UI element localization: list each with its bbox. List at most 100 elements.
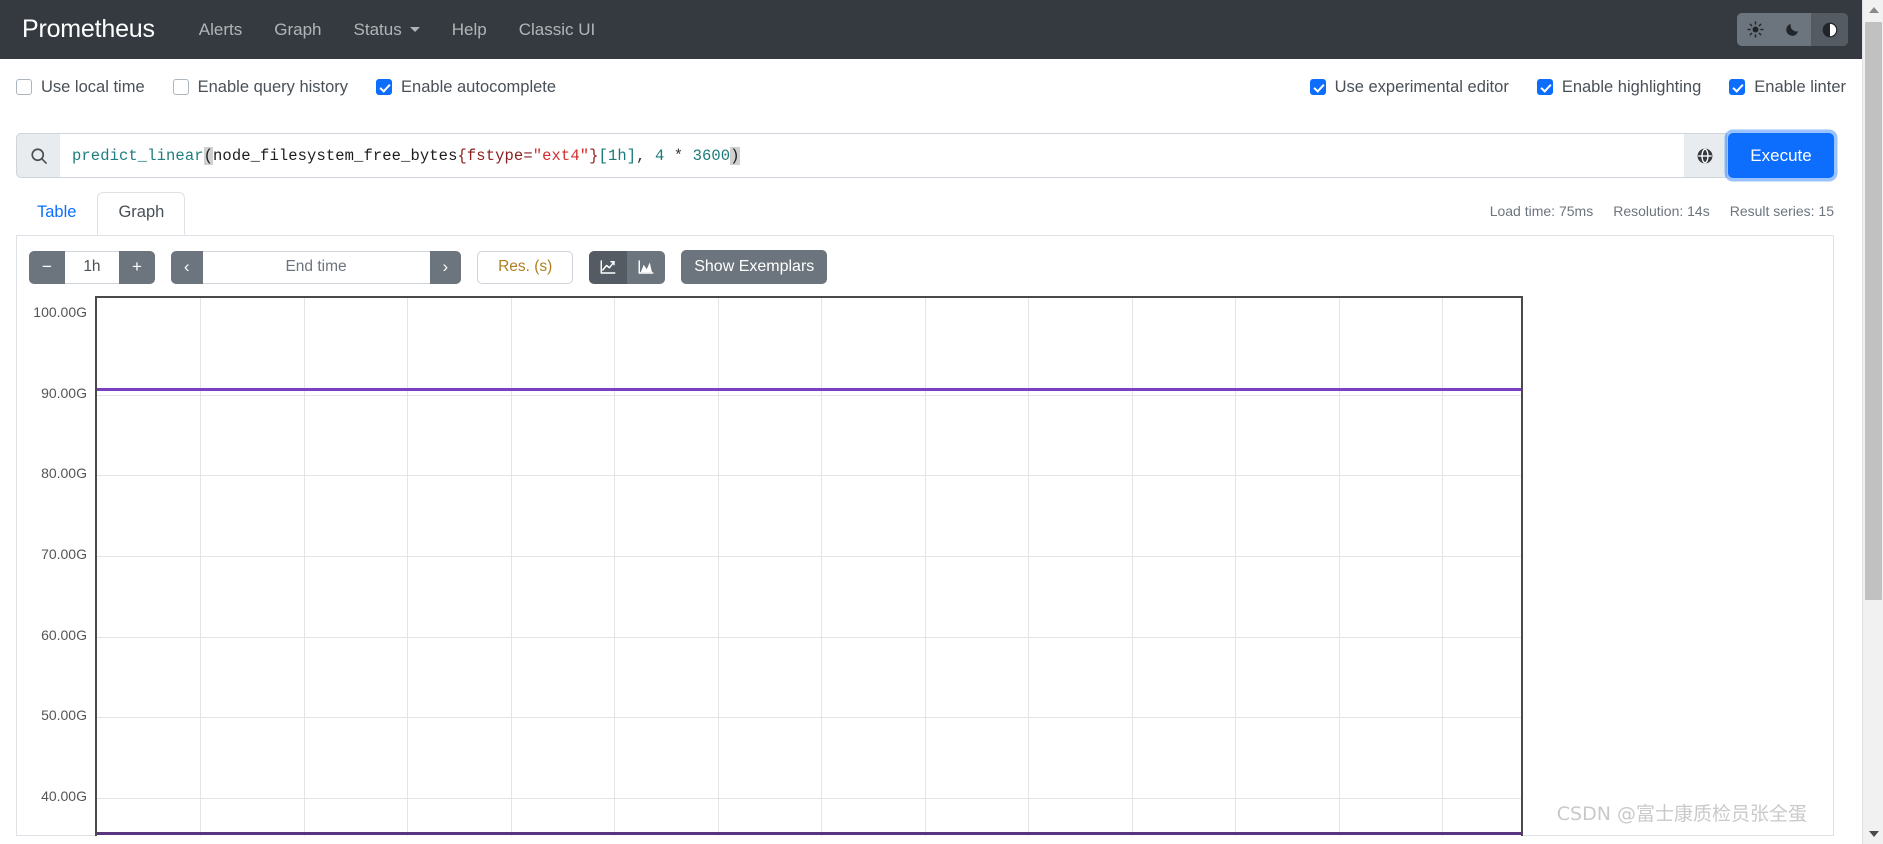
query-input[interactable]: predict_linear(node_filesystem_free_byte… — [60, 133, 1684, 178]
execute-button[interactable]: Execute — [1728, 133, 1834, 178]
nav-link-help-label: Help — [451, 19, 487, 39]
load-time-text: Load time: 75ms — [1489, 203, 1594, 219]
query-row: predict_linear(node_filesystem_free_byte… — [16, 133, 1834, 178]
option-enable-highlighting[interactable]: Enable highlighting — [1536, 78, 1701, 97]
end-time-group: ‹ End time › — [170, 250, 462, 284]
sun-icon — [1747, 21, 1764, 38]
gridline-vertical — [407, 298, 408, 836]
result-series-text: Result series: 15 — [1729, 203, 1834, 219]
option-enable-linter[interactable]: Enable linter — [1729, 78, 1846, 97]
enable-highlighting-checkbox[interactable] — [1536, 79, 1553, 95]
nav-links: Alerts Graph Status Help Classic UI — [183, 14, 611, 46]
graph-controls: − 1h + ‹ End time › Res. (s) Show Exempl… — [29, 246, 1821, 288]
enable-linter-checkbox[interactable] — [1729, 79, 1746, 95]
enable-linter-label: Enable linter — [1754, 77, 1846, 96]
y-axis-tick-label: 50.00G — [41, 707, 87, 724]
gridline-vertical — [511, 298, 512, 836]
option-use-local-time[interactable]: Use local time — [16, 78, 145, 97]
next-time-button[interactable]: › — [429, 250, 462, 284]
graph-panel: − 1h + ‹ End time › Res. (s) Show Exempl… — [16, 236, 1834, 836]
use-experimental-editor-label: Use experimental editor — [1334, 77, 1509, 96]
auto-theme-button[interactable] — [1811, 13, 1848, 46]
chevron-down-icon — [1868, 831, 1879, 837]
decrease-range-button[interactable]: − — [29, 250, 65, 284]
gridline-vertical — [1235, 298, 1236, 836]
scrollbar-thumb[interactable] — [1865, 22, 1882, 600]
show-exemplars-button[interactable]: Show Exemplars — [681, 250, 828, 284]
gridline-vertical — [304, 298, 305, 836]
option-enable-query-history[interactable]: Enable query history — [172, 77, 349, 97]
line-chart-button[interactable] — [589, 250, 628, 284]
nav-link-status[interactable]: Status — [338, 14, 436, 46]
series-line — [97, 832, 1521, 836]
gridline-vertical — [1028, 298, 1029, 836]
y-axis-tick-label: 40.00G — [41, 787, 87, 804]
nav-link-help[interactable]: Help — [436, 14, 503, 46]
stacked-chart-button[interactable] — [627, 250, 666, 284]
gridline-horizontal — [97, 717, 1521, 718]
gridline-vertical — [718, 298, 719, 836]
gridline-horizontal — [97, 556, 1521, 557]
chart: 100.00G 90.00G 80.00G 70.00G 60.00G 50.00G 40.… — [29, 296, 1823, 836]
gridline-vertical — [1339, 298, 1340, 836]
range-input[interactable]: 1h — [64, 250, 119, 284]
enable-query-history-label: Enable query history — [197, 77, 349, 96]
nav-link-classic-ui[interactable]: Classic UI — [503, 14, 612, 46]
previous-time-button[interactable]: ‹ — [170, 250, 203, 284]
gridline-vertical — [925, 298, 926, 836]
gridline-vertical — [1132, 298, 1133, 836]
enable-query-history-checkbox[interactable] — [172, 79, 189, 95]
theme-toggle-group — [1737, 13, 1848, 46]
plot-area[interactable] — [95, 296, 1523, 836]
nav-link-alerts-label: Alerts — [198, 19, 243, 39]
gridline-horizontal — [97, 637, 1521, 638]
query-expression: predict_linear(node_filesystem_free_byte… — [72, 146, 740, 165]
chevron-down-icon — [409, 27, 420, 32]
option-use-experimental-editor[interactable]: Use experimental editor — [1309, 77, 1509, 97]
increase-range-button[interactable]: + — [118, 250, 155, 284]
gridline-vertical — [614, 298, 615, 836]
option-enable-autocomplete[interactable]: Enable autocomplete — [376, 78, 556, 97]
page-scrollbar[interactable] — [1862, 0, 1883, 844]
enable-autocomplete-checkbox[interactable] — [376, 79, 393, 95]
use-local-time-checkbox[interactable] — [16, 79, 32, 95]
dark-theme-button[interactable] — [1774, 13, 1811, 46]
nav-link-classic-ui-label: Classic UI — [518, 19, 596, 39]
light-theme-button[interactable] — [1737, 13, 1774, 46]
end-time-input[interactable]: End time — [202, 250, 430, 284]
use-experimental-editor-checkbox[interactable] — [1309, 79, 1326, 95]
tab-graph[interactable]: Graph — [97, 192, 186, 235]
gridline-horizontal — [97, 395, 1521, 396]
nav-link-graph[interactable]: Graph — [258, 14, 337, 46]
gridline-horizontal — [97, 475, 1521, 476]
gridline-vertical — [200, 298, 201, 836]
half-circle-icon — [1822, 22, 1837, 37]
scroll-up-arrow[interactable] — [1863, 0, 1883, 20]
area-chart-icon — [638, 260, 654, 274]
chart-type-group — [589, 250, 666, 284]
tab-table[interactable]: Table — [16, 192, 97, 235]
navbar: Prometheus Alerts Graph Status Help Clas… — [0, 0, 1862, 59]
query-meta-info: Load time: 75ms Resolution: 14s Result s… — [1490, 203, 1834, 235]
result-tabs: Table Graph Load time: 75ms Resolution: … — [16, 192, 1834, 236]
gridline-vertical — [821, 298, 822, 836]
time-range-group: − 1h + — [29, 250, 155, 284]
globe-icon[interactable] — [1684, 133, 1727, 178]
nav-link-alerts[interactable]: Alerts — [183, 14, 258, 46]
line-chart-icon — [600, 260, 616, 274]
resolution-input[interactable]: Res. (s) — [477, 250, 574, 284]
gridline-horizontal — [97, 798, 1521, 799]
y-axis-tick-label: 90.00G — [41, 384, 87, 401]
chevron-up-icon — [1868, 7, 1879, 13]
moon-icon — [1786, 23, 1799, 36]
search-icon — [16, 133, 60, 178]
nav-link-status-label: Status — [353, 19, 402, 39]
options-row: Use local time Enable query history Enab… — [0, 59, 1862, 115]
brand-logo[interactable]: Prometheus — [22, 15, 155, 44]
watermark: CSDN @富士康质检员张全蛋 — [1556, 803, 1807, 825]
resolution-text: Resolution: 14s — [1613, 203, 1710, 219]
scroll-down-arrow[interactable] — [1863, 824, 1883, 844]
y-axis-tick-label: 60.00G — [41, 626, 87, 643]
series-line — [97, 388, 1521, 392]
y-axis-tick-label: 80.00G — [41, 465, 87, 482]
